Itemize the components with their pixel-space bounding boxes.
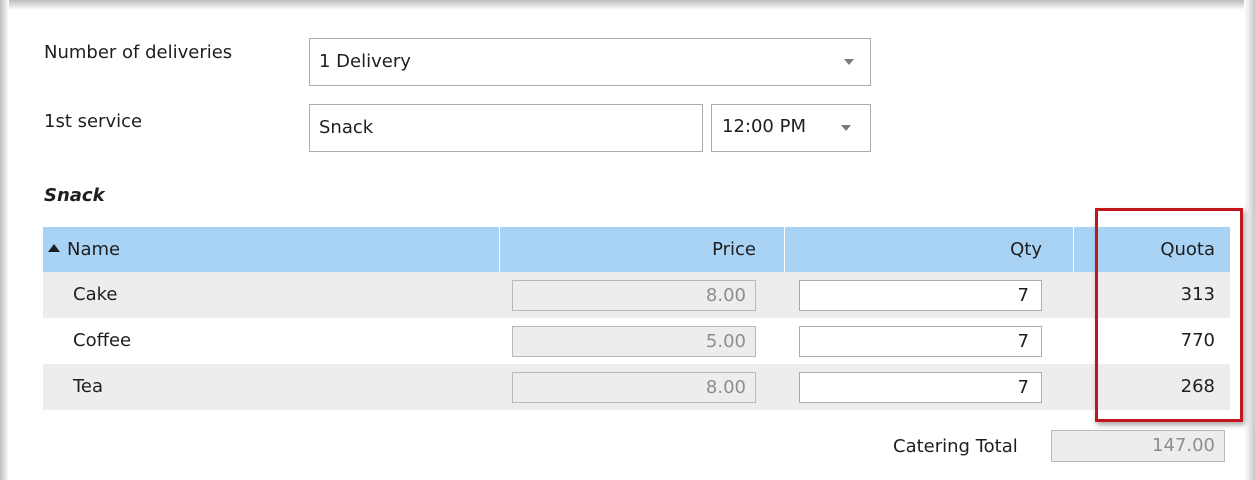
catering-total-label: Catering Total — [893, 436, 1018, 457]
item-name: Tea — [73, 376, 104, 397]
quota-highlight-box — [1095, 208, 1243, 422]
catering-total-field: 147.00 — [1051, 430, 1225, 462]
column-header-price[interactable]: Price — [500, 227, 756, 272]
item-name: Cake — [73, 284, 118, 305]
chevron-down-icon — [844, 59, 854, 65]
table-row[interactable]: Coffee 5.00 7 770 — [43, 318, 1230, 364]
price-field: 8.00 — [512, 280, 756, 311]
window-frame-right — [1244, 0, 1255, 480]
table-row[interactable]: Cake 8.00 7 313 — [43, 272, 1230, 318]
price-field: 8.00 — [512, 372, 756, 403]
column-header-name-label: Name — [67, 239, 121, 260]
window-frame-top — [0, 0, 1255, 10]
price-field: 5.00 — [512, 326, 756, 357]
sort-ascending-icon — [48, 244, 60, 252]
service-label: 1st service — [44, 111, 143, 132]
column-header-name[interactable]: Name — [43, 227, 120, 272]
catering-grid: Name Price Qty Quota Cake 8.00 7 313 Cof… — [43, 227, 1230, 410]
service-input[interactable]: Snack — [309, 104, 703, 152]
section-title: Snack — [44, 185, 105, 206]
column-header-qty[interactable]: Qty — [785, 227, 1042, 272]
item-name: Coffee — [73, 330, 132, 351]
time-value: 12:00 PM — [722, 116, 806, 137]
time-dropdown[interactable]: 12:00 PM — [711, 104, 871, 152]
table-row[interactable]: Tea 8.00 7 268 — [43, 364, 1230, 410]
deliveries-value: 1 Delivery — [319, 51, 411, 72]
qty-input[interactable]: 7 — [799, 326, 1042, 357]
deliveries-dropdown[interactable]: 1 Delivery — [309, 38, 871, 86]
service-value: Snack — [319, 117, 374, 138]
chevron-down-icon — [841, 125, 851, 131]
grid-header: Name Price Qty Quota — [43, 227, 1230, 272]
column-divider — [1073, 227, 1074, 272]
qty-input[interactable]: 7 — [799, 280, 1042, 311]
window-frame-left — [0, 0, 9, 480]
deliveries-label: Number of deliveries — [44, 42, 233, 63]
qty-input[interactable]: 7 — [799, 372, 1042, 403]
